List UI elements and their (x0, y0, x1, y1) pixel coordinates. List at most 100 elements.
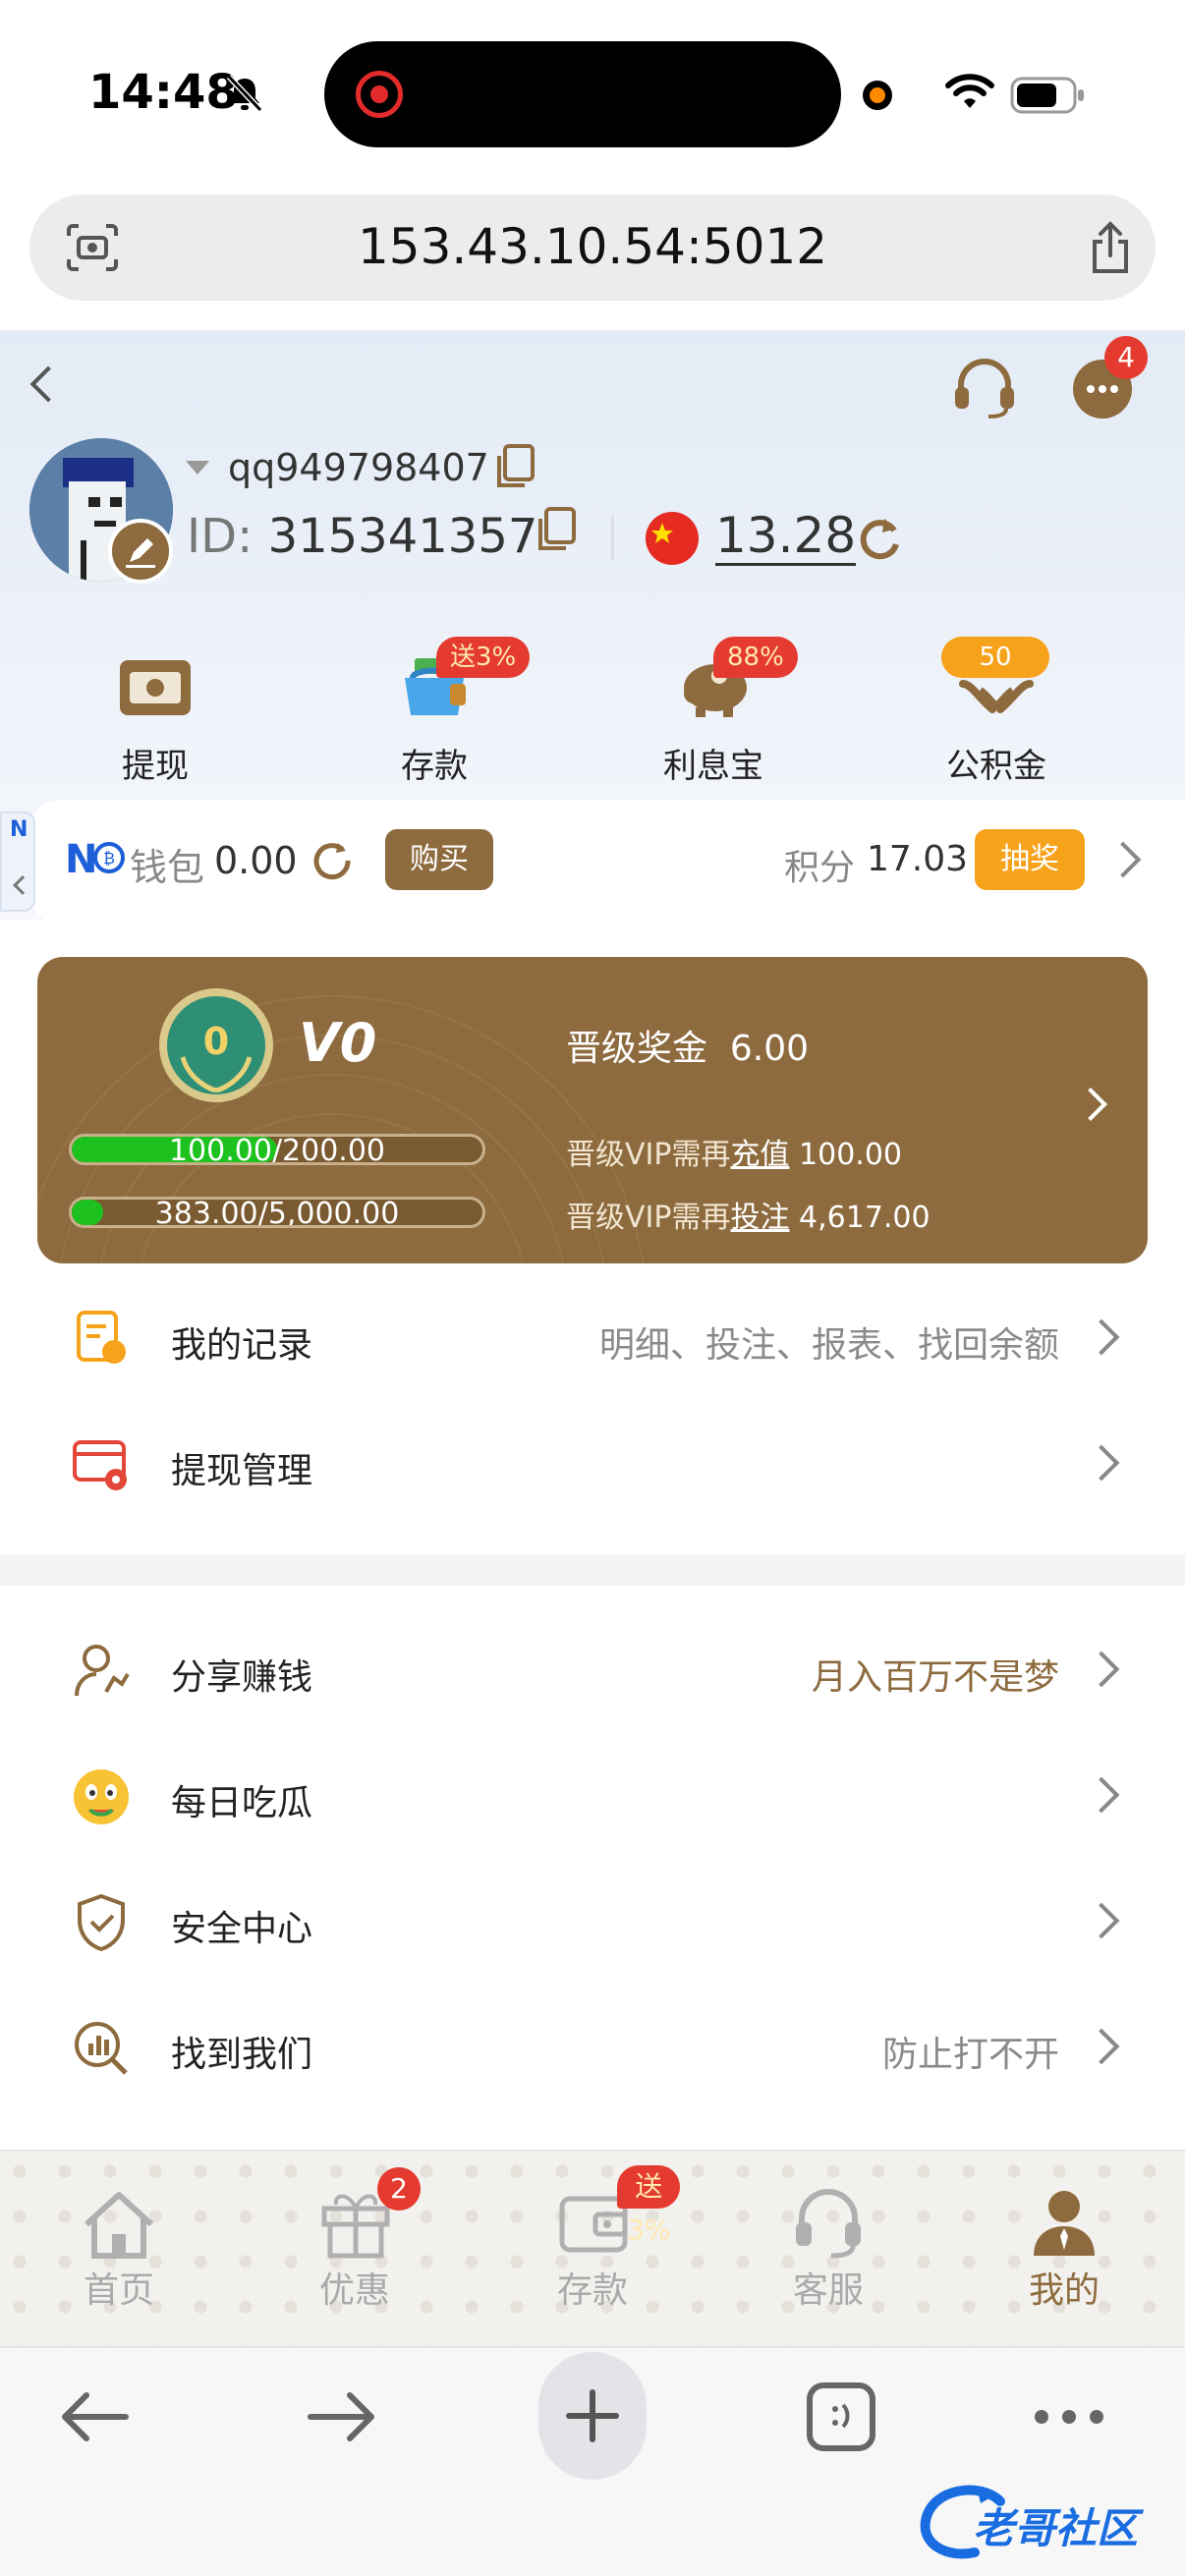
interest-rate-badge: 88% (713, 637, 798, 678)
user-icon (1034, 2191, 1095, 2256)
side-float-tab[interactable]: N (0, 812, 35, 912)
quick-action-label: 公积金 (946, 747, 1046, 786)
browser-back-icon[interactable] (57, 2387, 130, 2446)
dynamic-island (324, 41, 841, 147)
menu-label: 安全中心 (171, 1909, 313, 1949)
records-icon (77, 1311, 126, 1364)
divider (611, 517, 614, 560)
tab-label: 首页 (83, 2270, 154, 2311)
battery-icon (1010, 77, 1084, 114)
bottom-tab-bar: 首页 优惠 2 存款 送3% 客服 我的 (0, 2150, 1185, 2346)
buy-button[interactable]: 购买 (385, 829, 493, 890)
tab-customer-service[interactable]: 客服 (745, 2152, 912, 2348)
wallet-amount: 0.00 (214, 839, 298, 882)
address-bar[interactable]: 153.43.10.54:5012 (29, 195, 1156, 301)
browser-forward-icon[interactable] (307, 2387, 379, 2446)
menu-daily-gossip[interactable]: 每日吃瓜 (0, 1737, 1185, 1863)
tab-label: 存款 (556, 2270, 628, 2311)
withdraw-management-icon (73, 1440, 127, 1490)
search-chart-icon (75, 2022, 128, 2075)
tab-label: 客服 (792, 2270, 864, 2311)
bet-link[interactable]: 投注 (730, 1201, 789, 1235)
chevron-right-icon (1083, 1318, 1120, 1356)
quick-action-withdraw[interactable]: 提现 (67, 654, 244, 787)
bet-progress-text: 383.00/5,000.00 (154, 1197, 400, 1228)
wallet-chevron-icon[interactable] (1104, 841, 1142, 878)
china-flag-icon (646, 512, 699, 565)
bet-progress-bar: 383.00/5,000.00 (69, 1197, 485, 1228)
silent-bell-icon (226, 74, 263, 113)
chevron-right-icon (1083, 2028, 1120, 2065)
browser-toolbar: 老哥社区 (0, 2346, 1185, 2576)
shield-icon (78, 1893, 125, 1952)
status-time: 14:48 (88, 65, 239, 120)
tab-mine[interactable]: 我的 (981, 2152, 1148, 2348)
share-earn-icon (75, 1645, 130, 1697)
user-id-value: 315341357 (267, 509, 538, 564)
copy-id-icon[interactable] (536, 507, 578, 554)
status-bar: 14:48 (0, 0, 1185, 187)
tab-label: 优惠 (318, 2270, 390, 2311)
menu-hint: 月入百万不是梦 (811, 1657, 1059, 1698)
tab-promotions[interactable]: 优惠 2 (271, 2152, 438, 2348)
menu-label: 分享赚钱 (171, 1657, 313, 1698)
vip-bonus: 晋级奖金 6.00 (566, 1020, 809, 1071)
menu-label: 提现管理 (171, 1451, 313, 1491)
url-text[interactable]: 153.43.10.54:5012 (29, 218, 1156, 275)
account-header: 4 qq949798407 ID: 315341357 13.28 提现 存款 … (0, 330, 1185, 924)
edit-avatar-icon[interactable] (108, 519, 173, 584)
screen-record-icon (356, 71, 403, 118)
chevron-right-icon (1083, 1444, 1120, 1482)
wifi-icon (945, 74, 994, 108)
menu-find-us[interactable]: 找到我们 防止打不开 (0, 1988, 1185, 2114)
chevron-right-icon (1083, 1902, 1120, 1939)
bet-need-text: 晋级VIP需再投注 4,617.00 (566, 1193, 931, 1236)
quick-action-label: 利息宝 (663, 747, 763, 786)
caret-down-icon[interactable] (183, 458, 212, 477)
melon-emoji-icon (74, 1769, 129, 1824)
deposit-progress-text: 100.00/200.00 (168, 1134, 386, 1165)
vip-bonus-value: 6.00 (729, 1029, 810, 1069)
balance-amount: 13.28 (715, 507, 857, 566)
menu-my-records[interactable]: 我的记录 明细、投注、报表、找回余额 (0, 1279, 1185, 1405)
more-menu-icon[interactable] (1032, 2407, 1106, 2427)
privacy-indicator-icon (863, 81, 892, 110)
fund-badge: 50 (941, 637, 1049, 678)
menu-security-center[interactable]: 安全中心 (0, 1863, 1185, 1988)
bet-need-prefix: 晋级VIP需再 (566, 1201, 731, 1235)
deposit-need-value: 100.00 (799, 1138, 902, 1172)
customer-service-headset-icon[interactable] (949, 356, 1020, 420)
copy-icon[interactable] (495, 444, 536, 491)
menu-share-earn[interactable]: 分享赚钱 月入百万不是梦 (0, 1611, 1185, 1737)
deposit-link[interactable]: 充值 (730, 1138, 789, 1172)
deposit-need-text: 晋级VIP需再充值 100.00 (566, 1130, 902, 1173)
refresh-wallet-icon[interactable] (307, 835, 358, 886)
new-tab-button[interactable] (538, 2352, 647, 2480)
points-value: 17.03 (867, 839, 969, 879)
vip-medal-number: 0 (202, 1020, 230, 1063)
vip-card[interactable]: 0 V0 晋级奖金 6.00 100.00/200.00 383.00/5,00… (37, 957, 1148, 1263)
promotions-badge: 2 (377, 2167, 421, 2211)
back-button[interactable] (29, 365, 67, 403)
username: qq949798407 (228, 446, 489, 489)
home-icon (84, 2192, 154, 2259)
lottery-button[interactable]: 抽奖 (975, 829, 1085, 890)
menu-hint: 防止打不开 (881, 2035, 1059, 2075)
menu-withdraw-management[interactable]: 提现管理 (0, 1405, 1185, 1531)
share-icon[interactable] (1087, 220, 1134, 275)
tabs-switcher-icon[interactable] (804, 2380, 878, 2454)
tab-deposit[interactable]: 存款 送3% (509, 2152, 681, 2348)
tab-home[interactable]: 首页 (35, 2152, 202, 2348)
menu-label: 每日吃瓜 (171, 1783, 313, 1823)
refresh-balance-icon[interactable] (855, 513, 904, 564)
plus-icon (566, 2389, 619, 2442)
chevron-right-icon (1083, 1651, 1120, 1688)
headset-icon (796, 2189, 861, 2259)
watermark-text: 老哥社区 (973, 2504, 1139, 2552)
wallet-label: 钱包 (130, 846, 205, 889)
section-divider (0, 1554, 1185, 1586)
side-collapse-icon[interactable] (13, 875, 32, 895)
menu-hint: 明细、投注、报表、找回余额 (598, 1325, 1059, 1366)
tab-label: 我的 (1028, 2270, 1100, 2311)
bet-need-value: 4,617.00 (799, 1201, 931, 1235)
